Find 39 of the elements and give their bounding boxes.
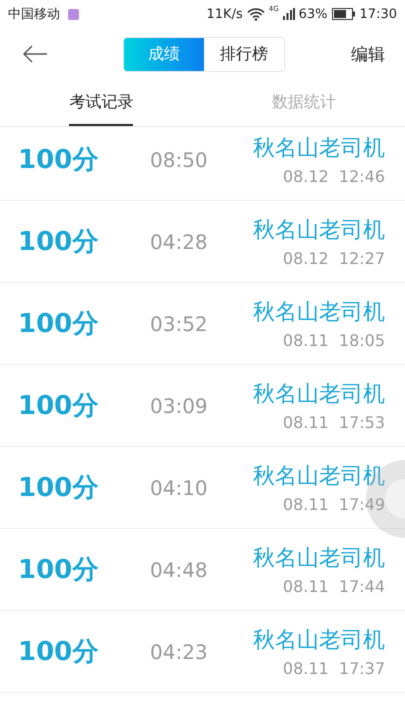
score: 100分 — [18, 144, 100, 177]
duration: 08:50 — [150, 148, 209, 172]
score: 100分 — [18, 308, 100, 341]
edit-button[interactable]: 编辑 — [351, 42, 385, 66]
user-name: 秋名山老司机 — [253, 381, 385, 409]
date-time: 08.11 17:44 — [282, 577, 385, 596]
score: 100分 — [18, 554, 100, 587]
user-name: 秋名山老司机 — [253, 299, 385, 327]
battery-icon — [332, 8, 356, 20]
score: 100分 — [18, 472, 100, 505]
signal-icon — [282, 8, 295, 20]
duration: 03:52 — [150, 312, 209, 336]
duration: 04:23 — [150, 640, 209, 664]
date-time: 08.11 17:37 — [282, 659, 385, 678]
duration: 04:28 — [150, 230, 209, 254]
network-speed: 11K/s — [206, 6, 243, 22]
tab[interactable]: 考试记录 — [69, 80, 134, 126]
user-name: 秋名山老司机 — [253, 627, 385, 655]
date-time: 08.11 17:49 — [282, 495, 385, 514]
date-time: 08.11 17:53 — [282, 413, 385, 432]
carrier-name: 中国移动 — [8, 6, 60, 23]
duration: 04:10 — [150, 476, 209, 500]
user-name: 秋名山老司机 — [253, 135, 385, 163]
wifi-icon — [246, 8, 265, 20]
date-time: 08.12 12:27 — [282, 249, 385, 268]
date-time: 08.11 18:05 — [282, 331, 385, 350]
score: 100分 — [18, 226, 100, 259]
user-name: 秋名山老司机 — [253, 545, 385, 573]
battery-percent: 63% — [298, 6, 328, 22]
duration: 03:09 — [150, 394, 209, 418]
user-name: 秋名山老司机 — [253, 217, 385, 245]
score: 100分 — [18, 390, 100, 423]
clock: 17:30 — [360, 6, 397, 22]
user-name: 秋名山老司机 — [253, 463, 385, 491]
score: 100分 — [18, 636, 100, 669]
sim-icon — [68, 8, 79, 20]
back-arrow-icon[interactable] — [22, 45, 48, 63]
date-time: 08.12 12:46 — [282, 167, 385, 186]
duration: 04:48 — [150, 558, 209, 582]
